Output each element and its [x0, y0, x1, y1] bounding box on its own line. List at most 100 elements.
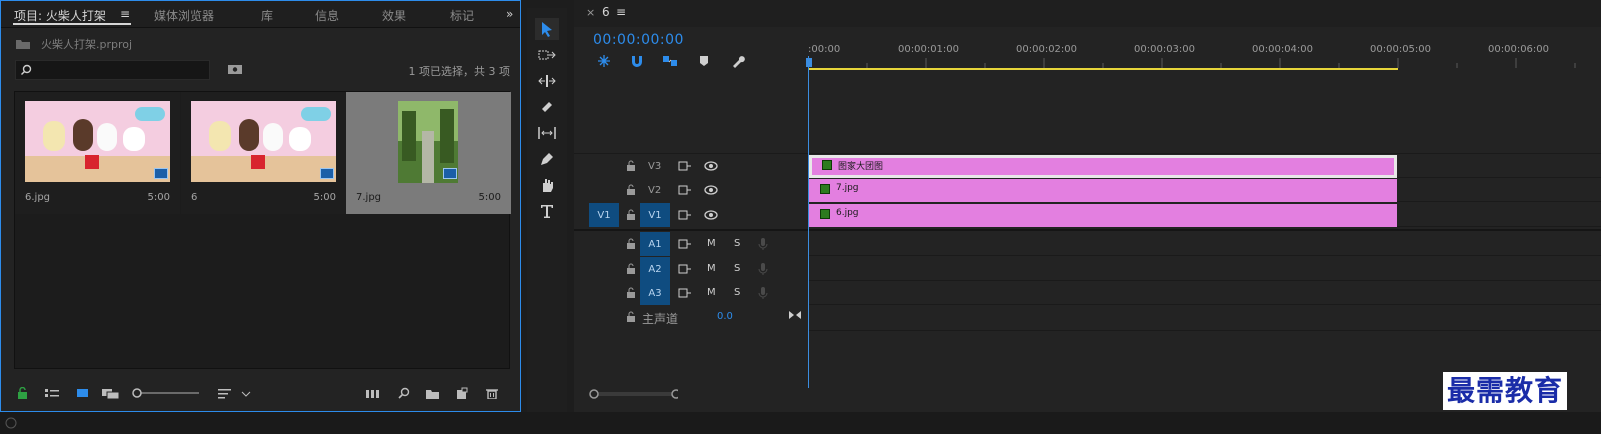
selection-status: 1 项已选择，共 3 项 [408, 65, 511, 78]
playhead-handle[interactable] [806, 58, 812, 67]
mute-button[interactable]: M [707, 238, 716, 249]
tab-project[interactable]: 项目: 火柴人打架 [14, 7, 106, 24]
ruler-label: 00:00:04:00 [1252, 44, 1314, 55]
lock-track-icon[interactable] [626, 184, 636, 196]
clip-name: 6.jpg [25, 192, 51, 203]
solo-button[interactable]: S [734, 263, 740, 274]
clip-item[interactable]: 6 5:00 [181, 92, 346, 214]
fx-badge-icon [820, 184, 830, 194]
track-target-v1[interactable]: V1 [640, 203, 670, 227]
lock-track-icon[interactable] [626, 287, 636, 299]
razor-tool[interactable] [535, 96, 559, 118]
lock-track-icon[interactable] [626, 263, 636, 275]
add-marker-icon[interactable] [698, 55, 710, 67]
timeline-settings-wrench-icon[interactable] [730, 53, 746, 69]
lock-track-icon[interactable] [626, 209, 636, 221]
timeline-clip[interactable]: 6.jpg [809, 204, 1397, 227]
track-lane-a1[interactable] [808, 232, 1601, 256]
lock-track-icon[interactable] [626, 238, 636, 250]
project-tab-menu-icon[interactable]: ≡ [120, 7, 130, 21]
track-select-icon [538, 50, 556, 60]
timeline-clip[interactable]: 7.jpg [809, 179, 1397, 202]
microphone-icon[interactable] [758, 262, 768, 276]
work-area-bar[interactable] [808, 68, 1398, 70]
playhead-timecode[interactable]: 00:00:00:00 [593, 32, 684, 48]
sync-lock-icon[interactable] [678, 287, 692, 299]
lock-track-icon[interactable] [626, 311, 636, 323]
list-view-icon[interactable] [44, 387, 60, 399]
clip-item-selected[interactable]: 7.jpg 5:00 [346, 92, 511, 214]
clip-item[interactable]: 6.jpg 5:00 [15, 92, 180, 214]
fx-badge-icon [820, 209, 830, 219]
timeline-panel: × 6 ≡ 00:00:00:00 :00:00 00:00:01:00 00:… [574, 0, 1601, 412]
search-input[interactable] [15, 60, 210, 80]
source-patch-v1[interactable]: V1 [589, 203, 619, 227]
track-target-a1[interactable]: A1 [640, 232, 670, 256]
tab-info[interactable]: 信息 [315, 7, 339, 24]
sync-lock-icon[interactable] [678, 209, 692, 221]
find-bin-icon[interactable] [227, 63, 243, 75]
tab-library[interactable]: 库 [261, 7, 273, 24]
pen-icon [541, 153, 553, 165]
playhead-line[interactable] [808, 56, 809, 388]
tab-media-browser[interactable]: 媒体浏览器 [154, 7, 214, 24]
lock-open-icon[interactable] [16, 387, 30, 399]
thumbnail-size-slider[interactable] [131, 387, 201, 399]
sync-lock-icon[interactable] [678, 184, 692, 196]
sync-lock-icon[interactable] [678, 238, 692, 250]
tab-markers[interactable]: 标记 [450, 7, 474, 24]
clip-label: 7.jpg [836, 183, 859, 193]
sequence-tab[interactable]: 6 [602, 5, 610, 19]
eye-icon[interactable] [704, 160, 718, 172]
ruler-label: 00:00:06:00 [1488, 44, 1550, 55]
timeline-zoom-scrollbar[interactable] [588, 388, 678, 400]
eye-icon[interactable] [704, 209, 718, 221]
timeline-clip[interactable]: 图家大团图 [809, 155, 1397, 178]
type-tool[interactable] [535, 200, 559, 222]
go-to-out-point-icon[interactable] [788, 309, 802, 321]
tools-panel [527, 8, 567, 412]
mute-button[interactable]: M [707, 263, 716, 274]
sort-icon[interactable] [217, 387, 251, 399]
new-bin-icon[interactable] [425, 387, 441, 399]
tabs-overflow-icon[interactable]: » [506, 7, 513, 21]
clip-duration: 5:00 [147, 192, 170, 203]
project-panel: 项目: 火柴人打架 ≡ 媒体浏览器 库 信息 效果 标记 » 火柴人打架.prp… [0, 0, 521, 412]
microphone-icon[interactable] [758, 286, 768, 300]
track-select-tool[interactable] [535, 44, 559, 66]
ripple-edit-tool[interactable] [535, 70, 559, 92]
master-volume-value[interactable]: 0.0 [717, 311, 733, 322]
solo-button[interactable]: S [734, 287, 740, 298]
automate-to-sequence-icon[interactable] [365, 387, 381, 399]
snap-icon[interactable] [630, 54, 644, 68]
track-label[interactable]: V3 [648, 161, 661, 172]
track-header-a3: A3 M S [574, 281, 808, 305]
sync-lock-icon[interactable] [678, 160, 692, 172]
selection-tool[interactable] [535, 18, 559, 40]
solo-button[interactable]: S [734, 238, 740, 249]
eye-icon[interactable] [704, 184, 718, 196]
nest-sequences-icon[interactable] [597, 54, 611, 68]
freeform-view-icon[interactable] [101, 387, 121, 399]
new-item-icon[interactable] [455, 387, 469, 399]
icon-view-icon[interactable] [76, 387, 90, 399]
track-target-a3[interactable]: A3 [640, 281, 670, 305]
tab-effects[interactable]: 效果 [382, 7, 406, 24]
find-icon[interactable] [397, 387, 411, 399]
master-track-lane[interactable] [808, 305, 1601, 331]
close-sequence-icon[interactable]: × [586, 6, 595, 19]
track-lane-a2[interactable] [808, 257, 1601, 281]
mute-button[interactable]: M [707, 287, 716, 298]
sequence-menu-icon[interactable]: ≡ [616, 5, 626, 19]
hand-tool[interactable] [535, 174, 559, 196]
trash-icon[interactable] [485, 387, 499, 399]
track-label[interactable]: V2 [648, 185, 661, 196]
slip-tool[interactable] [535, 122, 559, 144]
lock-track-icon[interactable] [626, 160, 636, 172]
track-lane-a3[interactable] [808, 281, 1601, 305]
pen-tool[interactable] [535, 148, 559, 170]
linked-selection-icon[interactable] [662, 54, 678, 68]
microphone-icon[interactable] [758, 237, 768, 251]
track-target-a2[interactable]: A2 [640, 257, 670, 281]
sync-lock-icon[interactable] [678, 263, 692, 275]
